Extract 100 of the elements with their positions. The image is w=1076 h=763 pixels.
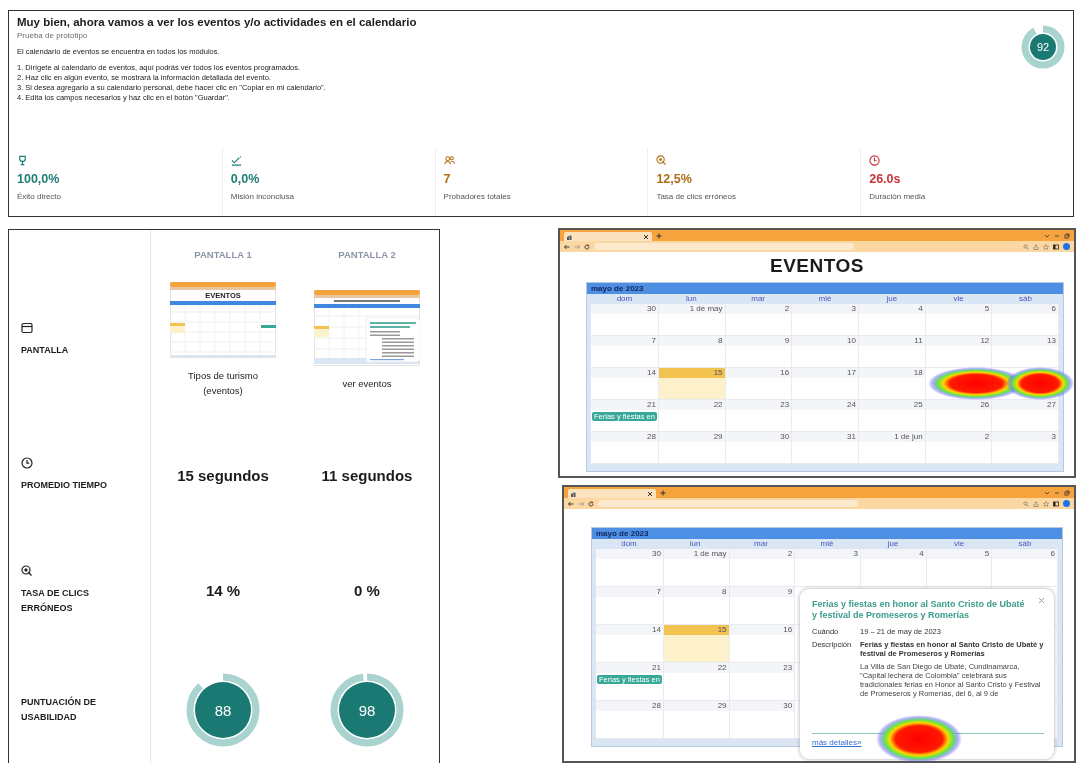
- calendar-day[interactable]: 8: [658, 336, 726, 368]
- calendar-day[interactable]: 24: [792, 400, 859, 432]
- metric-value: 26.0s: [869, 172, 901, 186]
- browser-tab[interactable]: [564, 232, 652, 241]
- calendar-day[interactable]: 3: [795, 549, 861, 587]
- calendar-day[interactable]: 4: [860, 549, 927, 587]
- day-number: 5: [925, 304, 992, 314]
- calendar-day[interactable]: 23: [725, 400, 793, 432]
- calendar-day[interactable]: 14: [591, 368, 659, 400]
- calendar-day[interactable]: 22: [658, 400, 726, 432]
- calendar-day[interactable]: 9: [729, 587, 796, 625]
- calendar-day[interactable]: 15: [658, 368, 726, 400]
- row-label: PANTALLA: [21, 344, 69, 357]
- calendar-day[interactable]: 5: [925, 304, 993, 336]
- close-icon[interactable]: [647, 490, 653, 497]
- sidebar-icon[interactable]: [1053, 243, 1059, 250]
- calendar-day[interactable]: 3: [792, 304, 859, 336]
- weekday-label: dom: [620, 539, 638, 549]
- new-tab-icon[interactable]: [656, 232, 662, 239]
- calendar-day[interactable]: 7: [596, 587, 664, 625]
- calendar-day[interactable]: 31: [792, 432, 859, 464]
- calendar-day[interactable]: 4: [858, 304, 926, 336]
- close-icon[interactable]: [643, 233, 649, 240]
- score-disc: [339, 682, 395, 738]
- metric-value: 14 %: [205, 581, 241, 599]
- day-number: 1 de jun: [858, 432, 925, 442]
- calendar-day[interactable]: 29: [663, 701, 730, 739]
- calendar-day[interactable]: 23: [729, 663, 796, 701]
- calendar-day[interactable]: 30: [729, 701, 796, 739]
- profile-avatar[interactable]: [1063, 500, 1070, 507]
- reload-icon[interactable]: [584, 243, 590, 250]
- back-arrow-icon[interactable]: [568, 500, 574, 507]
- day-number: 22: [658, 400, 725, 410]
- forward-arrow-icon[interactable]: [578, 500, 584, 507]
- minimize-icon[interactable]: [1054, 232, 1060, 239]
- day-number: 3: [792, 304, 858, 314]
- calendar-day[interactable]: 25: [858, 400, 926, 432]
- calendar-day[interactable]: 30: [591, 304, 659, 336]
- calendar-day[interactable]: 12: [925, 336, 993, 368]
- chevron-down-icon[interactable]: [1044, 232, 1050, 239]
- calendar-day[interactable]: 28: [591, 432, 659, 464]
- calendar-day[interactable]: 9: [725, 336, 793, 368]
- calendar-day[interactable]: 1 de may: [658, 304, 726, 336]
- calendar-day[interactable]: 8: [663, 587, 730, 625]
- share-icon[interactable]: [1033, 243, 1039, 250]
- calendar-day[interactable]: 6: [992, 304, 1059, 336]
- calendar-day[interactable]: 7: [591, 336, 659, 368]
- url-field[interactable]: [598, 500, 858, 507]
- calendar-day[interactable]: 16: [729, 625, 796, 663]
- chevron-down-icon[interactable]: [1044, 489, 1050, 496]
- calendar-day[interactable]: 27: [992, 400, 1059, 432]
- calendar-day[interactable]: 5: [926, 549, 993, 587]
- calendar-day[interactable]: 16: [725, 368, 793, 400]
- calendar-day[interactable]: 14: [596, 625, 664, 663]
- restore-icon[interactable]: [1064, 232, 1070, 239]
- calendar-day[interactable]: 15: [663, 625, 730, 663]
- profile-avatar[interactable]: [1063, 243, 1070, 250]
- calendar-day[interactable]: 1 de jun: [858, 432, 926, 464]
- calendar-day[interactable]: 22: [663, 663, 730, 701]
- day-number: 17: [792, 368, 858, 378]
- metric-value: 100,0%: [17, 172, 60, 186]
- new-tab-icon[interactable]: [660, 489, 666, 496]
- sidebar-icon[interactable]: [1053, 500, 1059, 507]
- day-number: 5: [926, 549, 992, 559]
- calendar-day[interactable]: 17: [792, 368, 859, 400]
- day-number: 1 de may: [658, 304, 725, 314]
- calendar-day[interactable]: 6: [992, 549, 1058, 587]
- star-icon[interactable]: [1043, 243, 1049, 250]
- calendar-day[interactable]: 10: [792, 336, 859, 368]
- day-number: 18: [858, 368, 925, 378]
- more-details-link[interactable]: más detalles»: [812, 738, 862, 747]
- share-icon[interactable]: [1033, 500, 1039, 507]
- day-number: 3: [992, 432, 1058, 442]
- search-icon[interactable]: [1023, 243, 1029, 250]
- calendar-day[interactable]: 13: [992, 336, 1059, 368]
- calendar-day[interactable]: 2: [725, 304, 793, 336]
- reload-icon[interactable]: [588, 500, 594, 507]
- calendar-day[interactable]: 3: [992, 432, 1059, 464]
- calendar-day[interactable]: 2: [925, 432, 993, 464]
- calendar-day[interactable]: 30: [596, 549, 664, 587]
- calendar-day[interactable]: 11: [858, 336, 926, 368]
- restore-icon[interactable]: [1064, 489, 1070, 496]
- calendar-day[interactable]: 1 de may: [663, 549, 730, 587]
- calendar-day[interactable]: 18: [858, 368, 926, 400]
- day-number: 28: [591, 432, 658, 442]
- calendar-day[interactable]: 26: [925, 400, 993, 432]
- calendar-day[interactable]: 30: [725, 432, 793, 464]
- day-number: 30: [596, 549, 663, 559]
- forward-arrow-icon[interactable]: [574, 243, 580, 250]
- calendar-day[interactable]: 28: [596, 701, 664, 739]
- column-heading: PANTALLA 1: [194, 249, 252, 260]
- url-field[interactable]: [594, 243, 854, 250]
- star-icon[interactable]: [1043, 500, 1049, 507]
- browser-tab[interactable]: [568, 489, 656, 498]
- minimize-icon[interactable]: [1054, 489, 1060, 496]
- back-arrow-icon[interactable]: [564, 243, 570, 250]
- weekday-label: mar: [753, 539, 769, 549]
- calendar-day[interactable]: 29: [658, 432, 726, 464]
- search-icon[interactable]: [1023, 500, 1029, 507]
- calendar-day[interactable]: 2: [729, 549, 796, 587]
